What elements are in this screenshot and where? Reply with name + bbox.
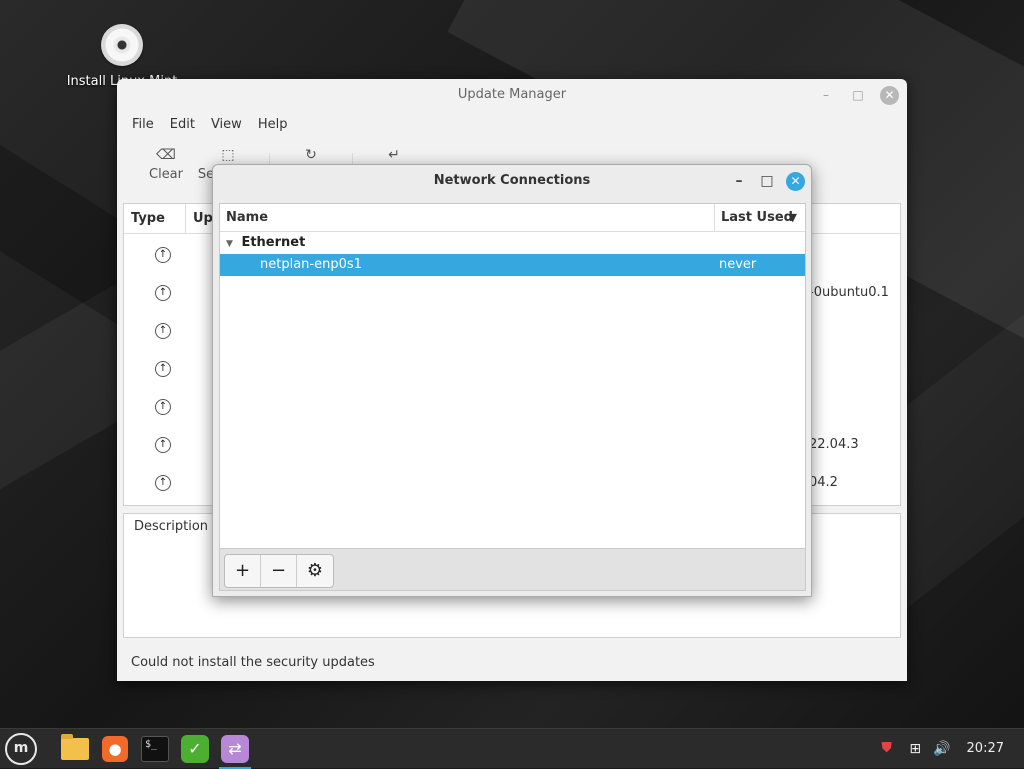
close-button[interactable]: ✕ xyxy=(786,171,805,191)
connection-name: netplan-enp0s1 xyxy=(260,257,362,272)
return-icon: ↵ xyxy=(388,147,400,163)
network-arrows-icon: ⇄ xyxy=(221,734,249,763)
mint-menu-button[interactable]: m xyxy=(5,732,37,765)
update-manager-titlebar[interactable]: Update Manager – □ ✕ xyxy=(117,79,907,111)
column-last-used-label: Last Used xyxy=(721,210,793,225)
volume-icon[interactable]: 🔊 xyxy=(933,741,950,757)
network-connections-window[interactable]: Network Connections – □ ✕ Name Last Used… xyxy=(212,164,812,597)
column-type[interactable]: Type xyxy=(124,204,186,233)
network-connections-titlebar[interactable]: Network Connections – □ ✕ xyxy=(213,165,811,197)
group-ethernet[interactable]: ▼ Ethernet xyxy=(220,232,805,254)
up-arrow-icon: ↑ xyxy=(155,247,171,263)
maximize-button[interactable]: □ xyxy=(848,85,868,105)
up-arrow-icon: ↑ xyxy=(155,361,171,377)
minimize-button[interactable]: – xyxy=(816,85,836,105)
update-manager-launcher[interactable]: ✓ xyxy=(177,729,213,769)
up-arrow-icon: ↑ xyxy=(155,323,171,339)
update-version: 04.2 xyxy=(809,475,838,490)
up-arrow-icon: ↑ xyxy=(155,437,171,453)
connection-actions: + − ⚙ xyxy=(219,549,806,591)
up-arrow-icon: ↑ xyxy=(155,285,171,301)
system-tray: ⛊ ⊞ 🔊 20:27 xyxy=(881,740,1024,758)
gear-icon: ⚙ xyxy=(306,560,324,581)
network-icon[interactable]: ⊞ xyxy=(909,741,921,757)
menu-view[interactable]: View xyxy=(203,111,250,139)
terminal-icon: $_ xyxy=(141,735,169,762)
network-connections-launcher[interactable]: ⇄ xyxy=(217,729,253,769)
select-all-icon: ⬚ xyxy=(221,147,235,163)
edit-connection-button[interactable]: ⚙ xyxy=(297,555,333,587)
backspace-icon: ⌫ xyxy=(156,147,176,163)
menu-edit[interactable]: Edit xyxy=(162,111,203,139)
folder-icon xyxy=(61,733,89,760)
update-version: 22.04.3 xyxy=(809,437,859,452)
update-version: -0ubuntu0.1 xyxy=(809,285,889,300)
connections-header: Name Last Used ▼ xyxy=(220,204,805,232)
clear-button[interactable]: ⌫ Clear xyxy=(135,139,197,194)
expander-down-icon[interactable]: ▼ xyxy=(226,239,233,249)
maximize-button[interactable]: □ xyxy=(758,171,776,191)
refresh-icon: ↻ xyxy=(305,147,317,163)
clear-label: Clear xyxy=(149,167,183,182)
menu-help[interactable]: Help xyxy=(250,111,296,139)
menubar: File Edit View Help xyxy=(117,111,907,139)
column-last-used[interactable]: Last Used ▼ xyxy=(715,204,805,231)
minimize-button[interactable]: – xyxy=(730,171,748,191)
close-button[interactable]: ✕ xyxy=(880,85,899,105)
terminal-launcher[interactable]: $_ xyxy=(137,729,173,769)
taskbar: m ● $_ ✓ ⇄ ⛊ ⊞ 🔊 20:27 xyxy=(0,728,1024,769)
group-label: Ethernet xyxy=(241,235,306,250)
files-launcher[interactable] xyxy=(57,729,93,769)
connections-list[interactable]: Name Last Used ▼ ▼ Ethernet netplan-enp0… xyxy=(219,203,806,549)
sort-descending-icon: ▼ xyxy=(788,211,797,224)
window-title: Update Manager xyxy=(457,87,567,102)
add-connection-button[interactable]: + xyxy=(225,555,261,587)
remove-connection-button[interactable]: − xyxy=(261,555,297,587)
up-arrow-icon: ↑ xyxy=(155,399,171,415)
menu-file[interactable]: File xyxy=(124,111,162,139)
shield-check-icon: ✓ xyxy=(181,734,209,763)
connection-row-selected[interactable]: netplan-enp0s1 never xyxy=(220,254,805,276)
security-alert-icon[interactable]: ⛊ xyxy=(881,740,897,758)
clock[interactable]: 20:27 xyxy=(967,741,1004,756)
up-arrow-icon: ↑ xyxy=(155,475,171,491)
dialog-title: Network Connections xyxy=(433,173,591,188)
description-tab[interactable]: Description xyxy=(124,514,219,539)
status-text: Could not install the security updates xyxy=(131,655,375,670)
firefox-icon: ● xyxy=(102,735,128,762)
column-name[interactable]: Name xyxy=(220,204,715,231)
connection-last-used: never xyxy=(719,257,757,272)
disc-icon xyxy=(101,24,143,66)
firefox-launcher[interactable]: ● xyxy=(97,729,133,769)
